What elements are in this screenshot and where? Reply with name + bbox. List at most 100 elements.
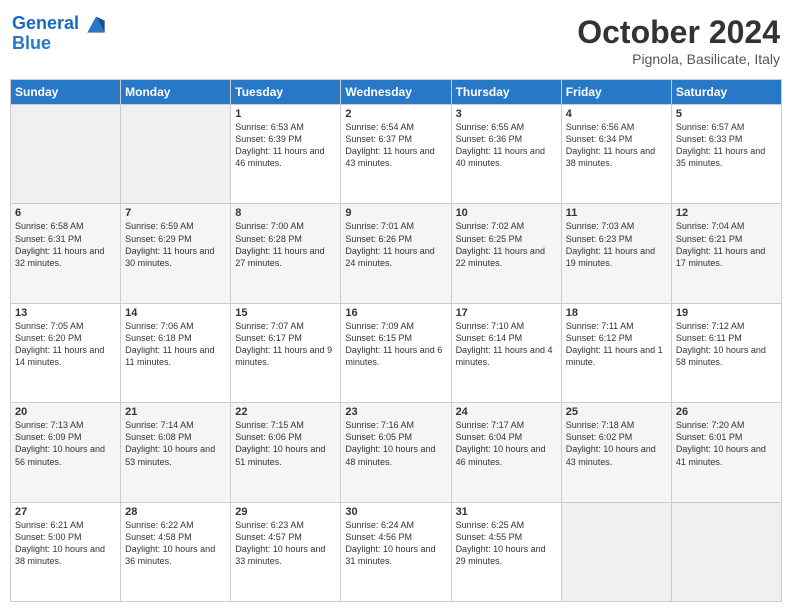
- day-info: Sunrise: 7:05 AMSunset: 6:20 PMDaylight:…: [15, 320, 116, 369]
- table-row: [121, 105, 231, 204]
- day-number: 25: [566, 406, 667, 418]
- day-number: 31: [456, 506, 557, 518]
- day-number: 21: [125, 406, 226, 418]
- day-info: Sunrise: 7:10 AMSunset: 6:14 PMDaylight:…: [456, 320, 557, 369]
- day-info: Sunrise: 6:21 AMSunset: 5:00 PMDaylight:…: [15, 519, 116, 568]
- header: General Blue October 2024 Pignola, Basil…: [10, 10, 782, 71]
- table-row: 12 Sunrise: 7:04 AMSunset: 6:21 PMDaylig…: [671, 204, 781, 303]
- day-info: Sunrise: 6:56 AMSunset: 6:34 PMDaylight:…: [566, 121, 667, 170]
- day-number: 17: [456, 307, 557, 319]
- logo-text2: Blue: [12, 34, 51, 54]
- logo: General Blue: [12, 14, 106, 54]
- table-row: 20 Sunrise: 7:13 AMSunset: 6:09 PMDaylig…: [11, 403, 121, 502]
- day-number: 12: [676, 207, 777, 219]
- col-tuesday: Tuesday: [231, 80, 341, 105]
- day-info: Sunrise: 7:18 AMSunset: 6:02 PMDaylight:…: [566, 419, 667, 468]
- day-number: 11: [566, 207, 667, 219]
- day-number: 18: [566, 307, 667, 319]
- day-info: Sunrise: 6:58 AMSunset: 6:31 PMDaylight:…: [15, 220, 116, 269]
- day-number: 19: [676, 307, 777, 319]
- table-row: 28 Sunrise: 6:22 AMSunset: 4:58 PMDaylig…: [121, 502, 231, 601]
- table-row: 2 Sunrise: 6:54 AMSunset: 6:37 PMDayligh…: [341, 105, 451, 204]
- day-number: 13: [15, 307, 116, 319]
- day-info: Sunrise: 7:20 AMSunset: 6:01 PMDaylight:…: [676, 419, 777, 468]
- table-row: [11, 105, 121, 204]
- table-row: 13 Sunrise: 7:05 AMSunset: 6:20 PMDaylig…: [11, 303, 121, 402]
- day-number: 20: [15, 406, 116, 418]
- day-number: 26: [676, 406, 777, 418]
- table-row: 8 Sunrise: 7:00 AMSunset: 6:28 PMDayligh…: [231, 204, 341, 303]
- table-row: 1 Sunrise: 6:53 AMSunset: 6:39 PMDayligh…: [231, 105, 341, 204]
- table-row: 15 Sunrise: 7:07 AMSunset: 6:17 PMDaylig…: [231, 303, 341, 402]
- table-row: 26 Sunrise: 7:20 AMSunset: 6:01 PMDaylig…: [671, 403, 781, 502]
- day-number: 27: [15, 506, 116, 518]
- day-number: 23: [345, 406, 446, 418]
- day-info: Sunrise: 7:03 AMSunset: 6:23 PMDaylight:…: [566, 220, 667, 269]
- day-info: Sunrise: 6:57 AMSunset: 6:33 PMDaylight:…: [676, 121, 777, 170]
- day-number: 5: [676, 108, 777, 120]
- day-info: Sunrise: 7:09 AMSunset: 6:15 PMDaylight:…: [345, 320, 446, 369]
- calendar-table: Sunday Monday Tuesday Wednesday Thursday…: [10, 79, 782, 602]
- table-row: 30 Sunrise: 6:24 AMSunset: 4:56 PMDaylig…: [341, 502, 451, 601]
- calendar-week-row: 27 Sunrise: 6:21 AMSunset: 5:00 PMDaylig…: [11, 502, 782, 601]
- day-number: 29: [235, 506, 336, 518]
- day-number: 22: [235, 406, 336, 418]
- col-saturday: Saturday: [671, 80, 781, 105]
- table-row: 11 Sunrise: 7:03 AMSunset: 6:23 PMDaylig…: [561, 204, 671, 303]
- table-row: 19 Sunrise: 7:12 AMSunset: 6:11 PMDaylig…: [671, 303, 781, 402]
- day-info: Sunrise: 7:00 AMSunset: 6:28 PMDaylight:…: [235, 220, 336, 269]
- table-row: [671, 502, 781, 601]
- day-info: Sunrise: 7:01 AMSunset: 6:26 PMDaylight:…: [345, 220, 446, 269]
- day-number: 4: [566, 108, 667, 120]
- table-row: 6 Sunrise: 6:58 AMSunset: 6:31 PMDayligh…: [11, 204, 121, 303]
- table-row: 21 Sunrise: 7:14 AMSunset: 6:08 PMDaylig…: [121, 403, 231, 502]
- day-number: 8: [235, 207, 336, 219]
- table-row: 29 Sunrise: 6:23 AMSunset: 4:57 PMDaylig…: [231, 502, 341, 601]
- col-wednesday: Wednesday: [341, 80, 451, 105]
- day-number: 6: [15, 207, 116, 219]
- col-monday: Monday: [121, 80, 231, 105]
- day-info: Sunrise: 7:06 AMSunset: 6:18 PMDaylight:…: [125, 320, 226, 369]
- table-row: 7 Sunrise: 6:59 AMSunset: 6:29 PMDayligh…: [121, 204, 231, 303]
- day-info: Sunrise: 6:22 AMSunset: 4:58 PMDaylight:…: [125, 519, 226, 568]
- day-info: Sunrise: 6:24 AMSunset: 4:56 PMDaylight:…: [345, 519, 446, 568]
- day-number: 30: [345, 506, 446, 518]
- table-row: 16 Sunrise: 7:09 AMSunset: 6:15 PMDaylig…: [341, 303, 451, 402]
- page: General Blue October 2024 Pignola, Basil…: [0, 0, 792, 612]
- day-number: 15: [235, 307, 336, 319]
- table-row: 22 Sunrise: 7:15 AMSunset: 6:06 PMDaylig…: [231, 403, 341, 502]
- day-number: 24: [456, 406, 557, 418]
- day-info: Sunrise: 7:02 AMSunset: 6:25 PMDaylight:…: [456, 220, 557, 269]
- calendar-header-row: Sunday Monday Tuesday Wednesday Thursday…: [11, 80, 782, 105]
- calendar-week-row: 20 Sunrise: 7:13 AMSunset: 6:09 PMDaylig…: [11, 403, 782, 502]
- table-row: [561, 502, 671, 601]
- table-row: 27 Sunrise: 6:21 AMSunset: 5:00 PMDaylig…: [11, 502, 121, 601]
- day-number: 7: [125, 207, 226, 219]
- title-block: October 2024 Pignola, Basilicate, Italy: [577, 14, 780, 67]
- day-info: Sunrise: 7:17 AMSunset: 6:04 PMDaylight:…: [456, 419, 557, 468]
- table-row: 23 Sunrise: 7:16 AMSunset: 6:05 PMDaylig…: [341, 403, 451, 502]
- calendar-week-row: 6 Sunrise: 6:58 AMSunset: 6:31 PMDayligh…: [11, 204, 782, 303]
- day-info: Sunrise: 7:07 AMSunset: 6:17 PMDaylight:…: [235, 320, 336, 369]
- day-number: 14: [125, 307, 226, 319]
- day-info: Sunrise: 7:16 AMSunset: 6:05 PMDaylight:…: [345, 419, 446, 468]
- day-info: Sunrise: 6:25 AMSunset: 4:55 PMDaylight:…: [456, 519, 557, 568]
- day-info: Sunrise: 7:11 AMSunset: 6:12 PMDaylight:…: [566, 320, 667, 369]
- logo-text: General: [12, 14, 106, 34]
- day-number: 28: [125, 506, 226, 518]
- table-row: 10 Sunrise: 7:02 AMSunset: 6:25 PMDaylig…: [451, 204, 561, 303]
- month-title: October 2024: [577, 14, 780, 51]
- table-row: 3 Sunrise: 6:55 AMSunset: 6:36 PMDayligh…: [451, 105, 561, 204]
- logo-icon: [86, 14, 106, 34]
- day-info: Sunrise: 6:54 AMSunset: 6:37 PMDaylight:…: [345, 121, 446, 170]
- day-number: 16: [345, 307, 446, 319]
- day-info: Sunrise: 6:55 AMSunset: 6:36 PMDaylight:…: [456, 121, 557, 170]
- day-number: 1: [235, 108, 336, 120]
- day-number: 3: [456, 108, 557, 120]
- day-number: 2: [345, 108, 446, 120]
- table-row: 24 Sunrise: 7:17 AMSunset: 6:04 PMDaylig…: [451, 403, 561, 502]
- table-row: 17 Sunrise: 7:10 AMSunset: 6:14 PMDaylig…: [451, 303, 561, 402]
- day-info: Sunrise: 7:15 AMSunset: 6:06 PMDaylight:…: [235, 419, 336, 468]
- day-info: Sunrise: 6:23 AMSunset: 4:57 PMDaylight:…: [235, 519, 336, 568]
- day-info: Sunrise: 6:53 AMSunset: 6:39 PMDaylight:…: [235, 121, 336, 170]
